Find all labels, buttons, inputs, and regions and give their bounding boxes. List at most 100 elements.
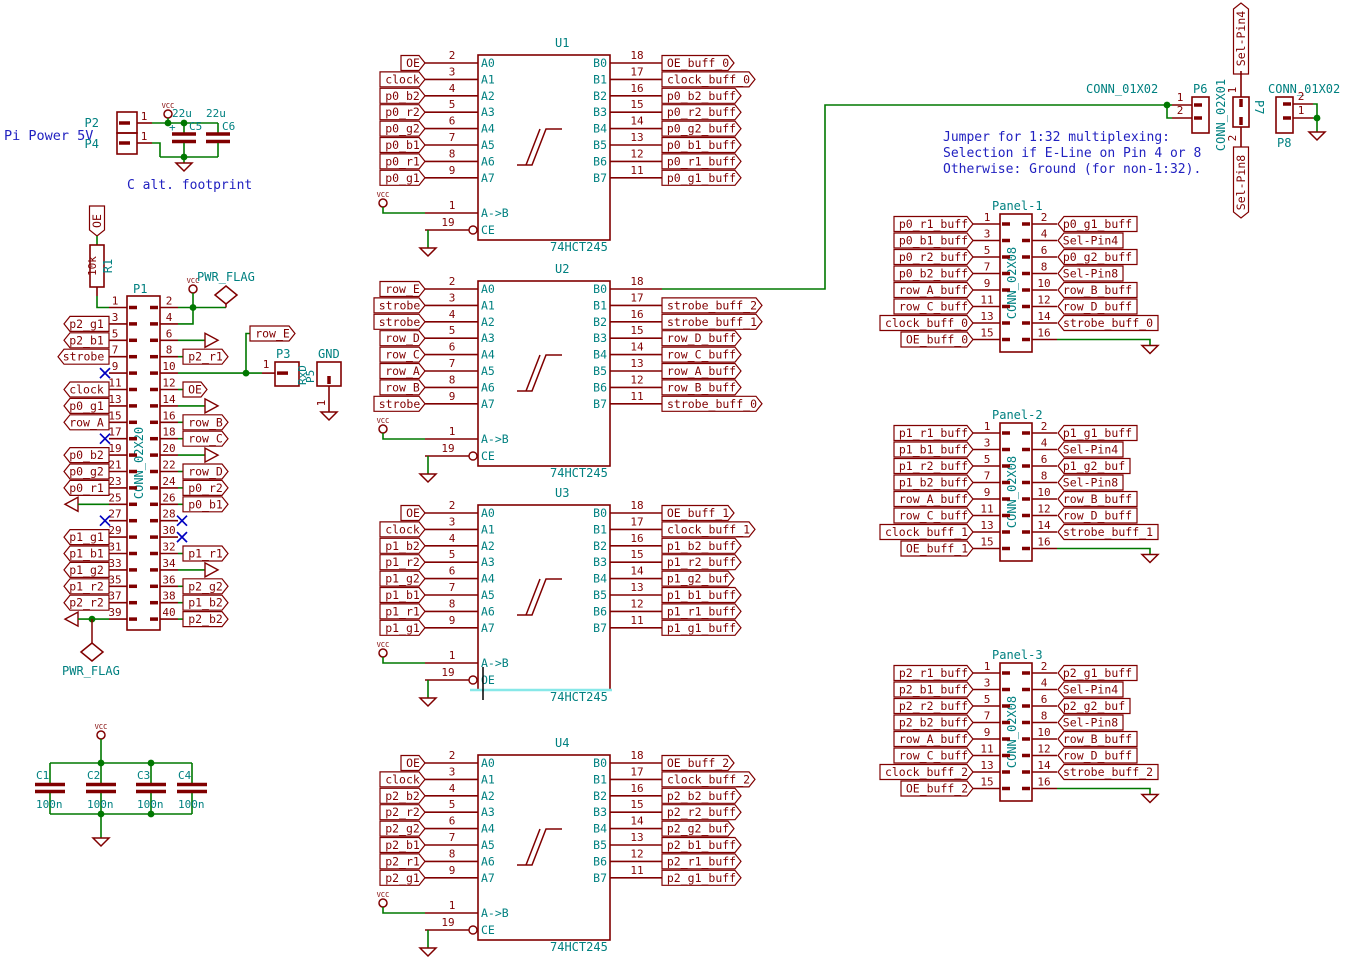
connector-ref[interactable]: P8 xyxy=(1277,136,1291,150)
resistor-value[interactable]: 10k xyxy=(86,256,99,276)
note-c-alt[interactable]: C alt. footprint xyxy=(127,178,252,193)
pin-number: 7 xyxy=(449,131,456,144)
vcc-symbol-label: VCC xyxy=(377,891,390,899)
pin-name: B7 xyxy=(593,871,607,885)
connector-ref[interactable]: Panel-1 xyxy=(992,199,1043,213)
connector-value[interactable]: CONN_01X02 xyxy=(1086,82,1158,96)
cap-value[interactable]: 22u xyxy=(172,107,192,120)
cap-ref[interactable]: C6 xyxy=(222,120,235,133)
connector-ref[interactable]: P7 xyxy=(1252,100,1266,114)
vcc-symbol[interactable] xyxy=(379,425,387,433)
pin-number: 13 xyxy=(108,393,121,406)
sheet-arrow-right[interactable] xyxy=(205,399,218,413)
gnd-symbol[interactable] xyxy=(420,698,436,706)
cap-ref[interactable]: C4 xyxy=(178,769,192,782)
chip-ref[interactable]: U1 xyxy=(555,36,569,50)
note-jumper-2[interactable]: Selection if E-Line on Pin 4 or 8 xyxy=(943,146,1201,161)
connector-ref[interactable]: P1 xyxy=(133,282,147,296)
gnd-symbol[interactable] xyxy=(1309,132,1325,140)
net-label-text: row_A xyxy=(385,364,420,378)
chip-ref[interactable]: U3 xyxy=(555,486,569,500)
vcc-symbol[interactable] xyxy=(189,285,197,293)
pwr-flag-label[interactable]: PWR_FLAG xyxy=(62,664,120,678)
connector-ref[interactable]: P2 xyxy=(85,116,99,130)
sheet-arrow-right[interactable] xyxy=(205,563,218,577)
vcc-symbol[interactable] xyxy=(379,199,387,207)
pin-name: A1 xyxy=(481,522,495,536)
cap-value[interactable]: 22u xyxy=(206,107,226,120)
pin-number: 26 xyxy=(162,491,175,504)
note-jumper-1[interactable]: Jumper for 1:32 multiplexing: xyxy=(943,130,1170,145)
connector-ref[interactable]: P5 xyxy=(304,370,317,383)
pin-name: A1 xyxy=(481,72,495,86)
connector-value[interactable]: GND xyxy=(318,347,340,361)
wire[interactable] xyxy=(1057,789,1150,795)
pin-number: 15 xyxy=(630,548,643,561)
net-label-text: p1_g2_buf xyxy=(1063,459,1125,473)
chip-part[interactable]: 74HCT245 xyxy=(550,466,608,480)
vcc-symbol[interactable] xyxy=(164,110,172,118)
net-label-text: strobe_buff_1 xyxy=(667,315,757,329)
cap-ref[interactable]: C5 xyxy=(189,120,202,133)
sheet-arrow-right[interactable] xyxy=(205,333,218,347)
wire[interactable] xyxy=(383,207,425,213)
connector-ref[interactable]: Panel-2 xyxy=(992,408,1043,422)
gnd-symbol[interactable] xyxy=(321,412,337,420)
net-label-text: clock_buff_1 xyxy=(667,522,750,536)
pwr-flag-symbol[interactable] xyxy=(81,643,103,661)
connector-body-p6[interactable] xyxy=(1192,97,1209,133)
wire[interactable] xyxy=(1057,549,1150,555)
gnd-symbol[interactable] xyxy=(93,838,109,846)
pwr-flag-symbol[interactable] xyxy=(215,286,237,304)
net-label-text: p2_g1_buff xyxy=(1063,666,1132,680)
connector-ref[interactable]: Panel-3 xyxy=(992,648,1043,662)
cap-ref[interactable]: C3 xyxy=(137,769,150,782)
vcc-symbol[interactable] xyxy=(379,899,387,907)
cap-value[interactable]: 100n xyxy=(178,798,205,811)
vcc-symbol[interactable] xyxy=(97,731,105,739)
wire[interactable] xyxy=(383,907,425,913)
gnd-symbol[interactable] xyxy=(420,948,436,956)
sheet-arrow-left[interactable] xyxy=(65,497,78,511)
gnd-symbol[interactable] xyxy=(420,474,436,482)
sheet-arrow-left[interactable] xyxy=(65,612,78,626)
chip-ref[interactable]: U2 xyxy=(555,262,569,276)
sheet-arrow-right[interactable] xyxy=(205,448,218,462)
pin-number: 7 xyxy=(112,344,119,357)
pin-number: 6 xyxy=(449,341,456,354)
cap-value[interactable]: 100n xyxy=(137,798,164,811)
pwr-flag-label[interactable]: PWR_FLAG xyxy=(197,270,255,284)
gnd-symbol[interactable] xyxy=(420,248,436,256)
gnd-symbol[interactable] xyxy=(176,163,192,171)
gnd-symbol[interactable] xyxy=(1142,555,1158,563)
wire[interactable] xyxy=(383,433,425,439)
note-jumper-3[interactable]: Otherwise: Ground (for non-1:32). xyxy=(943,162,1201,177)
cap-ref[interactable]: C1 xyxy=(36,769,49,782)
pin-name: B4 xyxy=(593,122,607,136)
cap-ref[interactable]: C2 xyxy=(87,769,100,782)
vcc-symbol[interactable] xyxy=(379,649,387,657)
connector-ref[interactable]: P4 xyxy=(85,137,99,151)
note-pi-power[interactable]: Pi Power 5V xyxy=(4,128,93,144)
wire[interactable] xyxy=(1057,340,1150,346)
wire[interactable] xyxy=(152,143,160,157)
gnd-symbol[interactable] xyxy=(1142,346,1158,354)
chip-part[interactable]: 74HCT245 xyxy=(550,240,608,254)
chip-part[interactable]: 74HCT245 xyxy=(550,690,608,704)
net-label-text: row_B_buff xyxy=(1063,283,1132,297)
pin-number: 4 xyxy=(449,782,456,795)
cap-value[interactable]: 100n xyxy=(87,798,114,811)
wire[interactable] xyxy=(97,296,109,308)
pin-number: 39 xyxy=(108,606,121,619)
resistor-ref[interactable]: R1 xyxy=(101,259,115,273)
pin-number: 8 xyxy=(1041,710,1048,723)
wire[interactable] xyxy=(383,657,425,663)
pin-number: 3 xyxy=(984,437,991,450)
connector-ref[interactable]: P6 xyxy=(1193,82,1207,96)
net-label-text: row_C_buff xyxy=(899,509,968,523)
chip-part[interactable]: 74HCT245 xyxy=(550,940,608,954)
connector-ref[interactable]: P3 xyxy=(276,347,290,361)
cap-value[interactable]: 100n xyxy=(36,798,63,811)
chip-ref[interactable]: U4 xyxy=(555,736,569,750)
gnd-symbol[interactable] xyxy=(1142,795,1158,803)
